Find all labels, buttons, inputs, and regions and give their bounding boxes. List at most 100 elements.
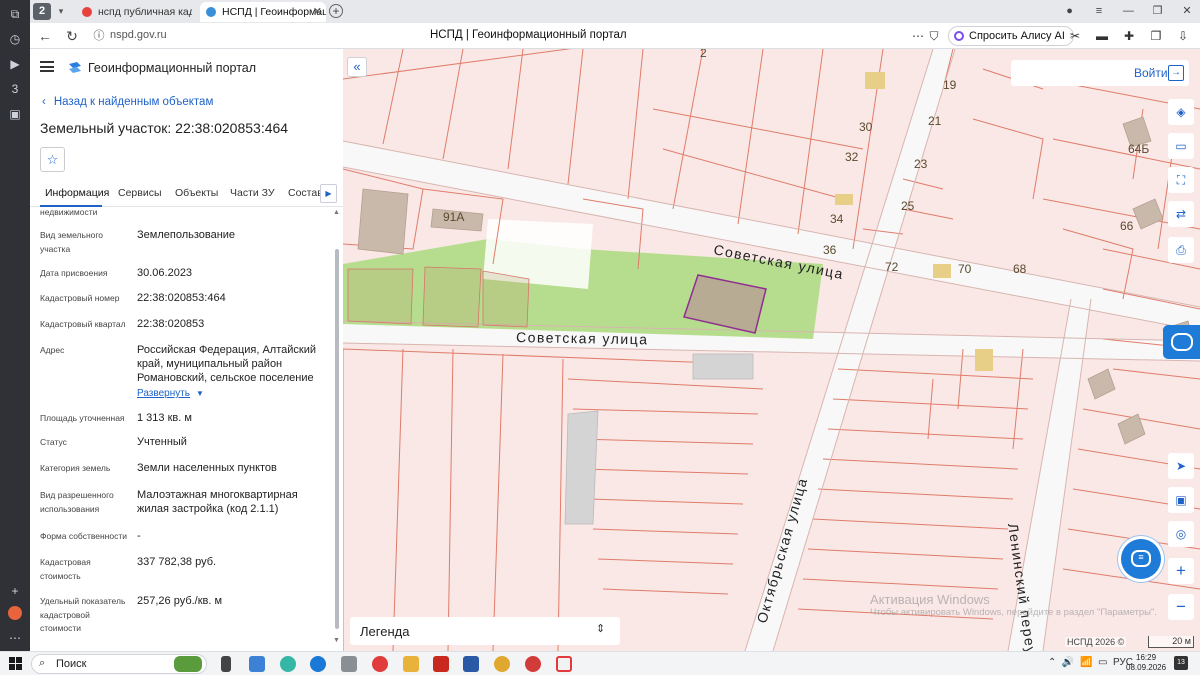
date: 08.09.2026 bbox=[1126, 663, 1167, 672]
new-tab-button[interactable]: + bbox=[329, 4, 343, 18]
url-field[interactable]: nspd.gov.ru bbox=[110, 29, 167, 41]
browser-tab-search[interactable]: нспд публичная кадастр bbox=[76, 2, 192, 22]
field-value: 22:38:020853 bbox=[137, 318, 205, 330]
yandex-icon[interactable] bbox=[372, 656, 388, 672]
notification-center-icon[interactable]: 13 bbox=[1174, 656, 1188, 670]
scroll-down-icon[interactable]: ▼ bbox=[333, 637, 340, 644]
field-value: Учтенный bbox=[137, 436, 187, 448]
ask-alice-button[interactable]: Спросить Алису AI bbox=[948, 26, 1074, 46]
chevron-down-icon: ▼ bbox=[196, 389, 204, 398]
assistant-chat-button[interactable]: ≡ bbox=[1121, 539, 1161, 579]
ruler-icon[interactable]: ▭ bbox=[1168, 133, 1194, 159]
collections-icon[interactable]: ❐ bbox=[1148, 28, 1164, 44]
chrome-icon[interactable] bbox=[494, 656, 510, 672]
house-number: 32 bbox=[845, 150, 859, 164]
cadastral-map[interactable]: Советская улица Советская улица Октябрьс… bbox=[343, 49, 1200, 651]
back-icon[interactable]: ← bbox=[36, 27, 54, 45]
yandex-browser-icon[interactable] bbox=[556, 656, 572, 672]
panel-scrollbar[interactable]: ▲ ▼ bbox=[333, 209, 340, 647]
hamburger-menu-icon[interactable] bbox=[40, 61, 54, 72]
more-icon[interactable]: ⋯ bbox=[7, 630, 23, 646]
expand-collapse-icon[interactable]: ⇕ bbox=[596, 622, 605, 635]
map-canvas[interactable]: Советская улица Советская улица Октябрьс… bbox=[343, 49, 1200, 651]
collections-icon[interactable]: ▣ bbox=[7, 106, 23, 122]
download-icon[interactable]: ⇩ bbox=[1175, 28, 1191, 44]
zoom-in-icon[interactable]: + bbox=[1168, 558, 1194, 584]
chevron-down-icon[interactable]: ▾ bbox=[54, 3, 68, 20]
object-info-panel: Геоинформационный портал ‹ Назад к найден… bbox=[30, 49, 343, 651]
edge-icon[interactable] bbox=[280, 656, 296, 672]
zoom-out-icon[interactable]: − bbox=[1168, 594, 1194, 620]
portal-logo-icon bbox=[69, 62, 81, 73]
navigate-icon[interactable]: ➤ bbox=[1168, 453, 1194, 479]
print-icon[interactable]: ⎙ bbox=[1168, 237, 1194, 263]
tab-parcel-parts[interactable]: Части ЗУ bbox=[230, 187, 275, 199]
reader-icon[interactable]: ▬ bbox=[1094, 28, 1110, 44]
expand-address-link[interactable]: Развернуть ▼ bbox=[137, 388, 204, 399]
restore-icon[interactable]: ❐ bbox=[1145, 0, 1171, 23]
field-label: Дата присвоения bbox=[40, 268, 108, 278]
close-window-icon[interactable]: ✕ bbox=[1174, 0, 1200, 23]
mail-app-icon[interactable] bbox=[249, 656, 265, 672]
location-icon[interactable]: ◎ bbox=[1168, 521, 1194, 547]
field-value: 337 782,38 руб. bbox=[137, 556, 217, 568]
support-chat-tab[interactable] bbox=[1163, 325, 1200, 359]
task-view-icon[interactable] bbox=[221, 656, 231, 672]
info-tabs: Информация Сервисы Объекты Части ЗУ Сост… bbox=[30, 181, 343, 207]
clock[interactable]: 16:29 08.09.2026 bbox=[1126, 653, 1166, 673]
edge-browser-icon[interactable] bbox=[310, 656, 326, 672]
house-number: 91А bbox=[443, 210, 464, 224]
scrollbar-thumb[interactable] bbox=[335, 249, 339, 629]
counter-icon[interactable]: 3 bbox=[7, 81, 23, 97]
ask-alice-label: Спросить Алису AI bbox=[969, 30, 1065, 42]
word-icon[interactable] bbox=[463, 656, 479, 672]
collapse-panel-icon[interactable]: « bbox=[347, 57, 367, 77]
reload-icon[interactable]: ↻ bbox=[63, 27, 81, 45]
layers-icon[interactable]: ◈ bbox=[1168, 99, 1194, 125]
extensions-icon[interactable]: ✚ bbox=[1121, 28, 1137, 44]
menu-icon[interactable]: ≡ bbox=[1086, 0, 1112, 23]
field-value: 257,26 руб./кв. м bbox=[137, 595, 223, 607]
printer-app-icon[interactable] bbox=[341, 656, 357, 672]
back-to-results-link[interactable]: ‹ Назад к найденным объектам bbox=[42, 96, 213, 108]
browser-tab-nspd[interactable]: НСПД | Геоинформаци ✕ bbox=[200, 2, 326, 22]
tab-objects[interactable]: Объекты bbox=[175, 187, 218, 199]
share-icon[interactable]: ⇄ bbox=[1168, 201, 1194, 227]
bookmark-icon[interactable]: ⛉ bbox=[926, 28, 942, 44]
more-dots-icon[interactable]: ⋯ bbox=[910, 28, 926, 44]
favorite-star-button[interactable]: ☆ bbox=[40, 147, 65, 172]
profile-avatar-icon[interactable]: ● bbox=[1057, 0, 1083, 23]
house-number: 21 bbox=[928, 114, 942, 128]
pdf-reader-icon[interactable] bbox=[433, 656, 449, 672]
tab-count-badge[interactable]: 2 bbox=[33, 3, 51, 20]
system-tray[interactable]: ⌃ 🔊 📶 ▭ РУС bbox=[1048, 657, 1133, 668]
street-label: Советская улица bbox=[516, 329, 649, 347]
play-icon[interactable]: ▶ bbox=[7, 56, 23, 72]
tools-icon[interactable]: ✂ bbox=[1067, 28, 1083, 44]
history-icon[interactable]: ◷ bbox=[7, 31, 23, 47]
app-c-icon[interactable] bbox=[525, 656, 541, 672]
tab-composition[interactable]: Состав bbox=[288, 187, 323, 199]
file-explorer-icon[interactable] bbox=[403, 656, 419, 672]
taskbar-search[interactable]: ⌕ Поиск bbox=[31, 654, 207, 674]
profile-icon[interactable] bbox=[8, 606, 22, 620]
minimap-icon[interactable]: ▣ bbox=[1168, 487, 1194, 513]
house-number: 66 bbox=[1120, 219, 1134, 233]
login-button[interactable]: Войти → bbox=[1011, 60, 1189, 86]
site-info-icon[interactable]: ⓘ bbox=[90, 27, 108, 45]
minimize-icon[interactable]: — bbox=[1115, 0, 1141, 23]
time: 16:29 bbox=[1136, 653, 1157, 662]
tab-label: нспд публичная кадастр bbox=[98, 6, 192, 18]
legend-panel[interactable]: Легенда ⇕ bbox=[350, 617, 620, 645]
windows-start-icon[interactable] bbox=[9, 657, 22, 670]
scroll-up-icon[interactable]: ▲ bbox=[333, 209, 340, 216]
tab-information[interactable]: Информация bbox=[45, 187, 109, 199]
tab-services[interactable]: Сервисы bbox=[118, 187, 162, 199]
close-tab-icon[interactable]: ✕ bbox=[313, 2, 322, 22]
workspaces-icon[interactable]: ⧉ bbox=[7, 6, 23, 22]
tabs-scroll-right-icon[interactable]: ▶ bbox=[320, 184, 337, 203]
add-icon[interactable]: + bbox=[7, 583, 23, 599]
portal-name[interactable]: Геоинформационный портал bbox=[88, 61, 256, 75]
select-area-icon[interactable]: ⛶ bbox=[1168, 167, 1194, 193]
house-number: 36 bbox=[823, 243, 837, 257]
